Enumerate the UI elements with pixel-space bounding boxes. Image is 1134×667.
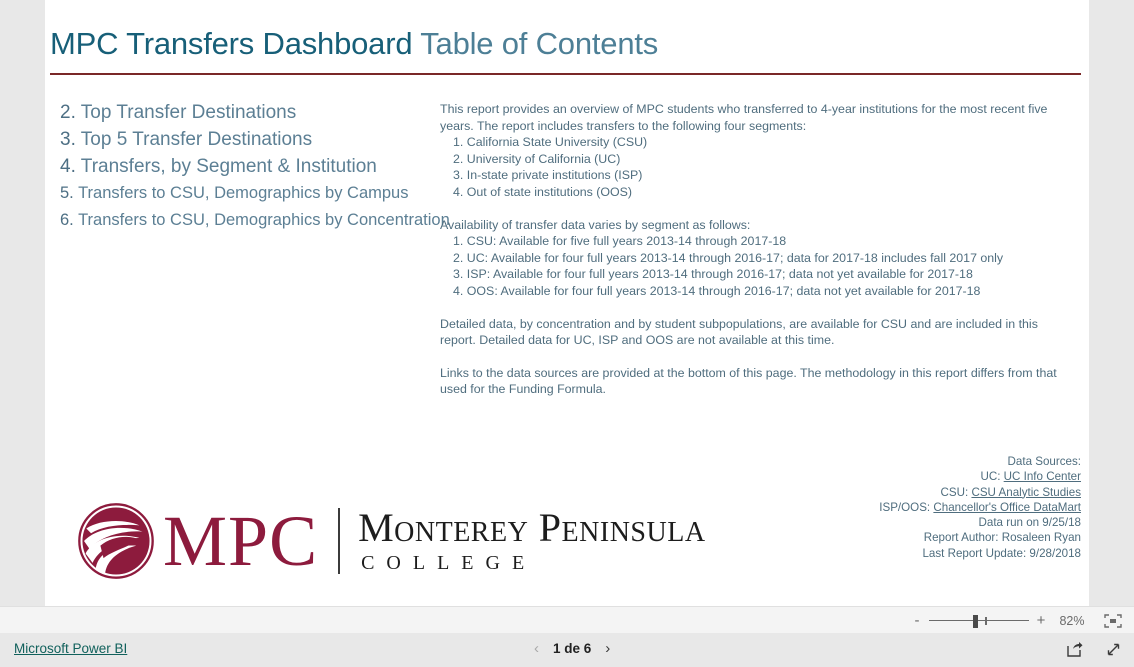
intro-line-2: years. The report includes transfers to …: [440, 118, 807, 133]
toc-item-5[interactable]: 5. Transfers to CSU, Demographics by Cam…: [60, 185, 470, 202]
mpc-wave-mark-icon: [77, 502, 155, 580]
table-of-contents: 2. Top Transfer Destinations 3. Top 5 Tr…: [60, 103, 470, 236]
chevron-right-icon[interactable]: ›: [605, 641, 610, 656]
segment-item-2: 2. University of California (UC): [453, 151, 621, 166]
mpc-acronym: MPC: [163, 501, 319, 581]
page-indicator: 1 de 6: [553, 641, 592, 656]
toc-item-label: Transfers to CSU, Demographics by Concen…: [78, 210, 450, 229]
share-icon[interactable]: [1066, 641, 1083, 658]
links-line-2: used for the Funding Formula.: [440, 382, 606, 397]
toc-item-label: Transfers to CSU, Demographics by Campus: [78, 184, 409, 202]
logo-wordmark: Monterey Peninsula COLLEGE: [358, 504, 706, 575]
chevron-left-icon[interactable]: ‹: [534, 641, 539, 656]
toc-item-2[interactable]: 2. Top Transfer Destinations: [60, 103, 470, 122]
title-divider: [50, 73, 1081, 75]
availability-heading: Availability of transfer data varies by …: [440, 217, 751, 232]
toc-item-4[interactable]: 4. Transfers, by Segment & Institution: [60, 157, 470, 176]
data-sources-heading: Data Sources:: [1007, 455, 1081, 468]
data-run-date: Data run on 9/25/18: [978, 516, 1082, 530]
toc-item-3[interactable]: 3. Top 5 Transfer Destinations: [60, 130, 470, 149]
segment-item-3: 3. In-state private institutions (ISP): [453, 168, 643, 183]
report-description: This report provides an overview of MPC …: [440, 101, 1085, 398]
zoom-slider[interactable]: [929, 614, 1029, 628]
last-report-update: Last Report Update: 9/28/2018: [922, 546, 1081, 560]
page-title-sub: Table of Contents: [412, 26, 659, 61]
intro-line-1: This report provides an overview of MPC …: [440, 102, 1048, 116]
report-viewer: MPC Transfers Dashboard Table of Content…: [0, 0, 1134, 606]
fit-to-page-icon[interactable]: [1104, 613, 1122, 628]
zoom-slider-tick: [985, 616, 987, 625]
zoom-out-button[interactable]: -: [908, 613, 926, 628]
page-title-main: MPC Transfers Dashboard: [50, 26, 413, 61]
toc-item-6[interactable]: 6. Transfers to CSU, Demographics by Con…: [60, 210, 470, 229]
toc-item-number: 4.: [60, 156, 76, 177]
data-source-csu-prefix: CSU:: [940, 485, 972, 499]
data-source-isp-prefix: ISP/OOS:: [879, 500, 934, 514]
zoom-slider-thumb[interactable]: [973, 614, 978, 628]
uc-info-center-link[interactable]: UC Info Center: [1004, 470, 1081, 483]
zoom-slider-rail: [929, 619, 1029, 621]
logo-divider: [338, 508, 341, 574]
fullscreen-icon[interactable]: [1105, 641, 1122, 658]
report-author: Report Author: Rosaleen Ryan: [923, 531, 1081, 545]
report-canvas: MPC Transfers Dashboard Table of Content…: [45, 0, 1089, 606]
detail-line-2: report. Detailed data for UC, ISP and OO…: [440, 333, 835, 348]
zoom-controls: - + 82%: [908, 607, 1122, 634]
logo-name-line-1: Monterey Peninsula: [358, 504, 706, 550]
segment-item-4: 4. Out of state institutions (OOS): [453, 184, 633, 199]
availability-item-3: 3. ISP: Available for four full years 20…: [453, 267, 973, 282]
page-title: MPC Transfers Dashboard Table of Content…: [50, 26, 658, 62]
microsoft-power-bi-link[interactable]: Microsoft Power BI: [14, 641, 127, 656]
toc-item-number: 6.: [60, 210, 74, 229]
data-source-csu: CSU: CSU Analytic Studies: [879, 485, 1081, 500]
availability-item-2: 2. UC: Available for four full years 201…: [453, 250, 1004, 265]
csu-analytic-studies-link[interactable]: CSU Analytic Studies: [971, 486, 1081, 499]
toc-item-number: 5.: [60, 184, 74, 202]
toc-item-number: 3.: [60, 129, 76, 150]
zoom-toolbar: - + 82%: [0, 606, 1134, 634]
page-navigation: ‹ 1 de 6 ›: [534, 641, 610, 656]
status-bar: Microsoft Power BI ‹ 1 de 6 ›: [0, 633, 1134, 667]
chancellors-office-datamart-link[interactable]: Chancellor's Office DataMart: [933, 501, 1081, 514]
toc-item-number: 2.: [60, 102, 76, 123]
toc-item-label: Transfers, by Segment & Institution: [80, 156, 377, 177]
toc-item-label: Top 5 Transfer Destinations: [80, 129, 313, 150]
links-line-1: Links to the data sources are provided a…: [440, 365, 1057, 380]
data-source-isp-oos: ISP/OOS: Chancellor's Office DataMart: [879, 500, 1081, 515]
zoom-percent-label: 82%: [1059, 613, 1085, 628]
logo-name-line-2: COLLEGE: [361, 552, 537, 575]
zoom-in-button[interactable]: +: [1032, 613, 1050, 628]
segment-item-1: 1. California State University (CSU): [453, 135, 648, 150]
availability-item-1: 1. CSU: Available for five full years 20…: [453, 234, 787, 249]
toc-item-label: Top Transfer Destinations: [80, 102, 297, 123]
mpc-logo: MPC Monterey Peninsula COLLEGE: [77, 496, 706, 586]
availability-item-4: 4. OOS: Available for four full years 20…: [453, 283, 981, 298]
data-source-uc-prefix: UC:: [980, 470, 1004, 484]
data-sources-block: Data Sources: UC: UC Info Center CSU: CS…: [879, 454, 1081, 561]
status-bar-actions: [1066, 641, 1122, 658]
detail-line-1: Detailed data, by concentration and by s…: [440, 316, 1038, 331]
data-source-uc: UC: UC Info Center: [879, 469, 1081, 484]
